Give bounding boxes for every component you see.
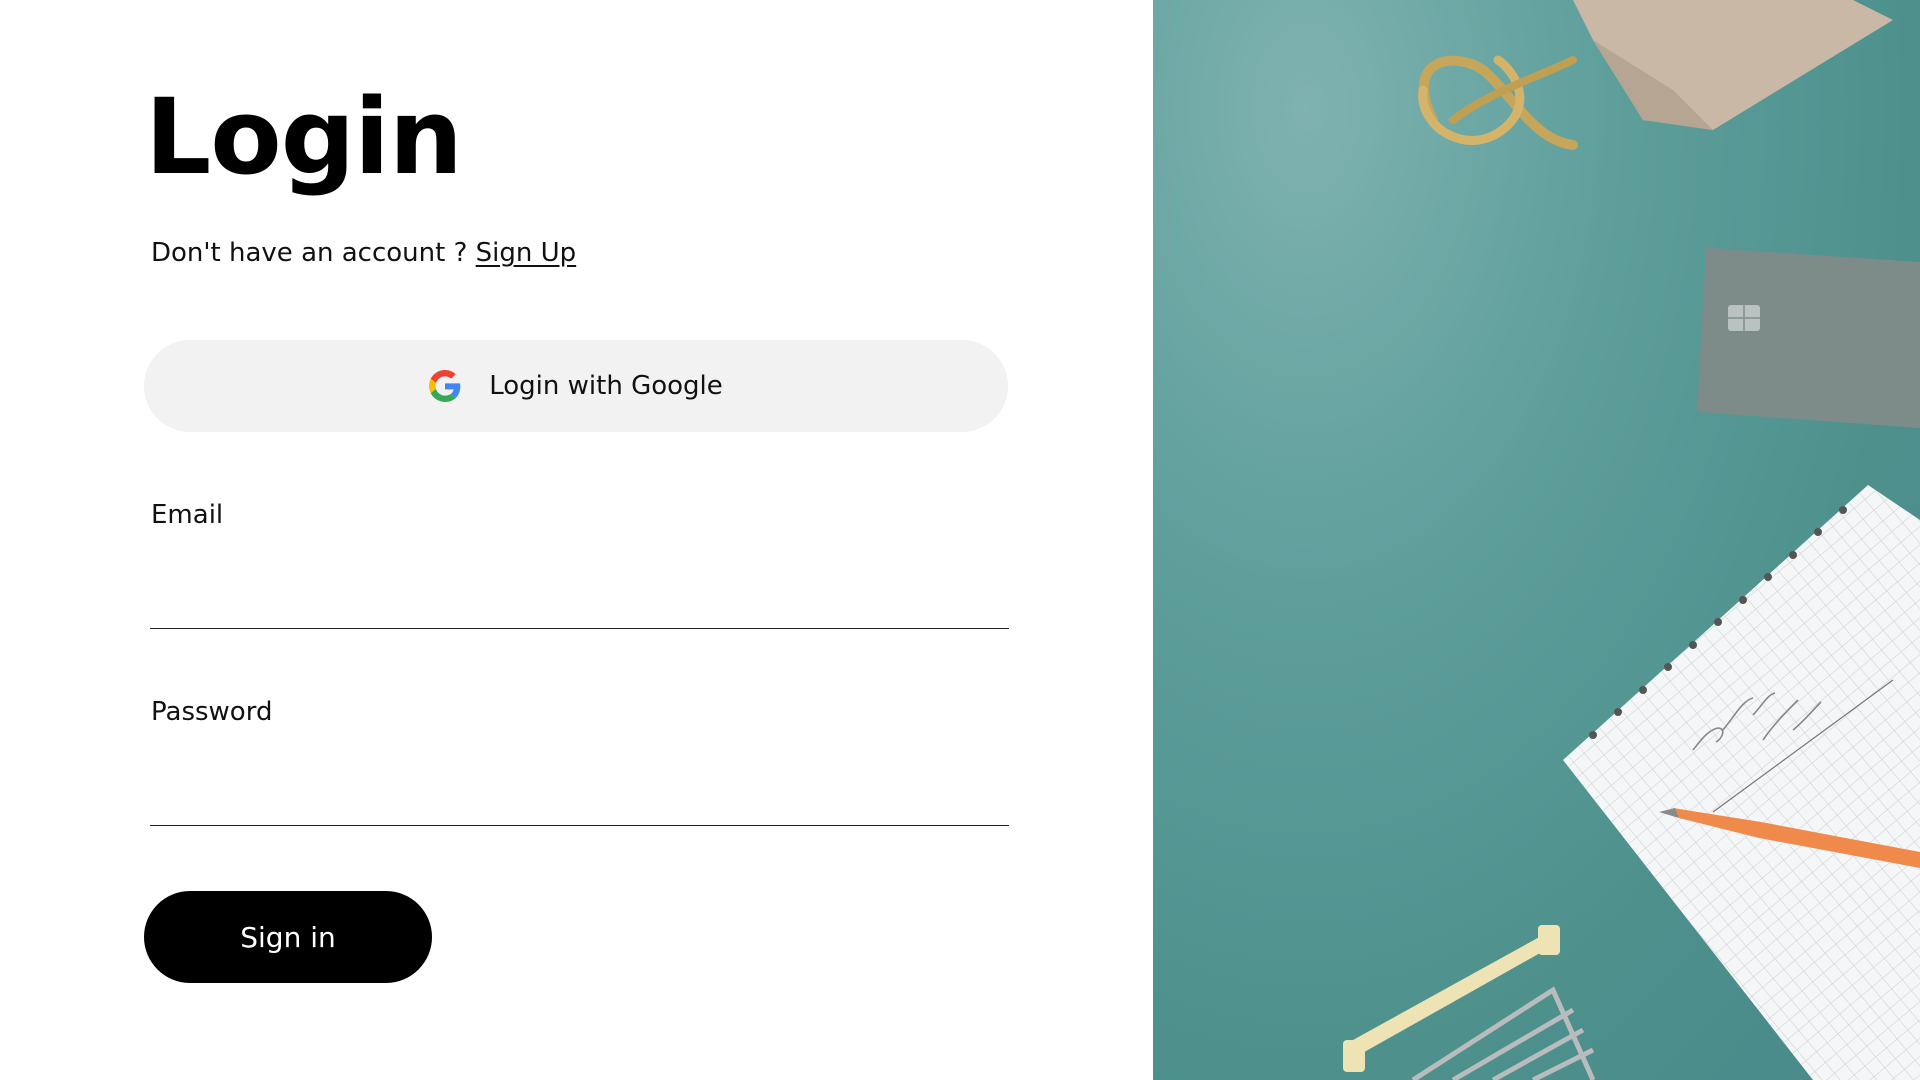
password-field[interactable] [150,767,1009,826]
notebook-icon [1563,485,1920,1080]
shopping-cart-icon [1343,925,1596,1080]
password-label: Password [151,697,273,727]
google-button-label: Login with Google [489,371,723,401]
google-icon [429,370,461,402]
email-label: Email [151,500,224,530]
shopping-bag-icon [1418,0,1893,150]
credit-card-icon [1697,248,1920,428]
hero-image [1153,0,1920,1080]
page-title: Login [145,76,463,198]
signup-prompt-text: Don't have an account ? [151,238,468,268]
email-field[interactable] [150,570,1009,629]
login-panel: Login Don't have an account ? Sign Up Lo… [0,0,1153,1080]
signup-link[interactable]: Sign Up [476,238,577,268]
login-with-google-button[interactable]: Login with Google [144,340,1008,432]
signup-prompt: Don't have an account ? Sign Up [151,238,576,268]
sign-in-button[interactable]: Sign in [144,891,432,983]
